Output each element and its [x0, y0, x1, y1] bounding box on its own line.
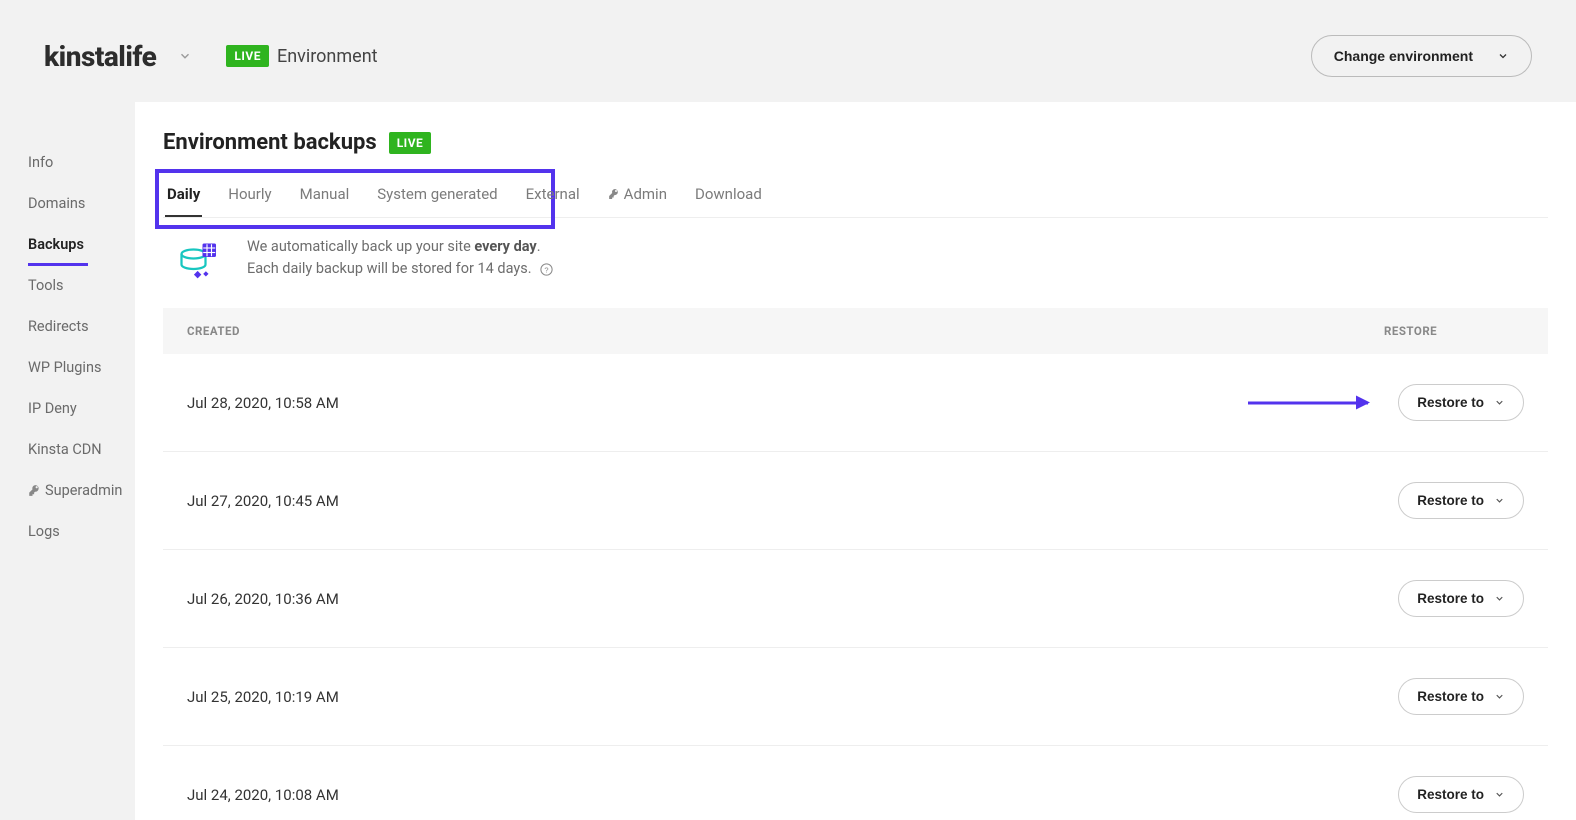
info-line1-pre: We automatically back up your site: [247, 238, 474, 255]
tab-label: External: [526, 185, 580, 203]
sidebar-item-redirects[interactable]: Redirects: [28, 306, 135, 347]
page-title: Environment backups: [163, 130, 377, 155]
cell-created: Jul 24, 2020, 10:08 AM: [187, 786, 1398, 804]
sidebar-item-wp-plugins[interactable]: WP Plugins: [28, 347, 135, 388]
info-help-icon[interactable]: ?: [539, 262, 554, 277]
chevron-down-icon: [1494, 495, 1505, 506]
tab-label: Daily: [167, 185, 200, 203]
chevron-down-icon: [1494, 789, 1505, 800]
cell-created: Jul 25, 2020, 10:19 AM: [187, 688, 1398, 706]
info-line1-bold: every day: [474, 238, 536, 255]
tab-label: System generated: [377, 185, 497, 203]
sidebar-item-logs[interactable]: Logs: [28, 511, 135, 552]
sidebar-item-label: Info: [28, 154, 53, 171]
restore-to-button[interactable]: Restore to: [1398, 580, 1524, 617]
info-line2-text: Each daily backup will be stored for 14 …: [247, 260, 532, 277]
sidebar-item-label: Superadmin: [45, 482, 122, 499]
sidebar-item-label: Kinsta CDN: [28, 441, 102, 458]
table-row: Jul 24, 2020, 10:08 AM Restore to: [163, 746, 1548, 820]
tab-admin[interactable]: Admin: [606, 173, 669, 217]
sidebar-item-label: IP Deny: [28, 400, 77, 417]
chevron-down-icon: [1494, 691, 1505, 702]
sidebar-item-label: Backups: [28, 236, 84, 253]
restore-to-label: Restore to: [1417, 395, 1484, 410]
cell-created: Jul 27, 2020, 10:45 AM: [187, 492, 1398, 510]
sidebar-item-backups[interactable]: Backups: [28, 224, 135, 265]
key-icon: [28, 484, 41, 497]
info-line1-post: .: [537, 238, 541, 255]
table-row: Jul 26, 2020, 10:36 AM Restore to: [163, 550, 1548, 648]
backup-tabs: Daily Hourly Manual System generated Externa…: [163, 173, 1548, 218]
annotation-arrow: [1248, 402, 1368, 405]
sidebar-item-tools[interactable]: Tools: [28, 265, 135, 306]
svg-text:?: ?: [545, 265, 549, 274]
main-content: Environment backups LIVE Daily Hourly Manu…: [135, 102, 1576, 820]
page-live-badge: LIVE: [389, 132, 432, 154]
tab-label: Admin: [624, 185, 667, 203]
restore-to-button[interactable]: Restore to: [1398, 482, 1524, 519]
cell-created: Jul 26, 2020, 10:36 AM: [187, 590, 1398, 608]
chevron-down-icon: [1494, 397, 1505, 408]
tab-daily[interactable]: Daily: [165, 173, 202, 217]
sidebar-item-label: WP Plugins: [28, 359, 101, 376]
sidebar-item-label: Tools: [28, 277, 64, 294]
environment-label: Environment: [277, 46, 378, 67]
restore-to-label: Restore to: [1417, 787, 1484, 802]
cell-created: Jul 28, 2020, 10:58 AM: [187, 394, 1398, 412]
environment-live-badge: LIVE: [226, 45, 269, 67]
tab-external[interactable]: External: [524, 173, 582, 217]
info-line1: We automatically back up your site every…: [247, 236, 554, 258]
backup-database-icon: [177, 236, 225, 284]
tab-download[interactable]: Download: [693, 173, 764, 217]
table-header: CREATED RESTORE: [163, 308, 1548, 354]
change-environment-label: Change environment: [1334, 48, 1473, 64]
table-row: Jul 25, 2020, 10:19 AM Restore to: [163, 648, 1548, 746]
sidebar-item-label: Redirects: [28, 318, 89, 335]
restore-to-button[interactable]: Restore to: [1398, 678, 1524, 715]
sidebar-item-info[interactable]: Info: [28, 142, 135, 183]
sidebar-item-ip-deny[interactable]: IP Deny: [28, 388, 135, 429]
sidebar-item-label: Domains: [28, 195, 85, 212]
tab-label: Manual: [300, 185, 350, 203]
sidebar-item-label: Logs: [28, 523, 60, 540]
restore-to-button[interactable]: Restore to: [1398, 776, 1524, 813]
sidebar-item-domains[interactable]: Domains: [28, 183, 135, 224]
restore-to-label: Restore to: [1417, 493, 1484, 508]
tab-manual[interactable]: Manual: [298, 173, 352, 217]
info-line2: Each daily backup will be stored for 14 …: [247, 258, 554, 280]
column-header-restore: RESTORE: [1384, 324, 1524, 338]
column-header-created: CREATED: [187, 324, 1384, 338]
chevron-down-icon: [1497, 50, 1509, 62]
sidebar-item-kinsta-cdn[interactable]: Kinsta CDN: [28, 429, 135, 470]
table-row: Jul 27, 2020, 10:45 AM Restore to: [163, 452, 1548, 550]
restore-to-button[interactable]: Restore to: [1398, 384, 1524, 421]
sidebar: Info Domains Backups Tools Redirects WP Plugi…: [0, 102, 135, 820]
chevron-down-icon: [1494, 593, 1505, 604]
tab-system[interactable]: System generated: [375, 173, 499, 217]
sidebar-item-superadmin[interactable]: Superadmin: [28, 470, 135, 511]
brand-dropdown-icon[interactable]: [178, 49, 192, 63]
change-environment-button[interactable]: Change environment: [1311, 35, 1532, 77]
tab-label: Hourly: [228, 185, 271, 203]
tab-hourly[interactable]: Hourly: [226, 173, 273, 217]
tab-label: Download: [695, 185, 762, 203]
restore-to-label: Restore to: [1417, 591, 1484, 606]
brand-name[interactable]: kinstalife: [44, 40, 156, 73]
key-icon: [608, 188, 620, 200]
restore-to-label: Restore to: [1417, 689, 1484, 704]
